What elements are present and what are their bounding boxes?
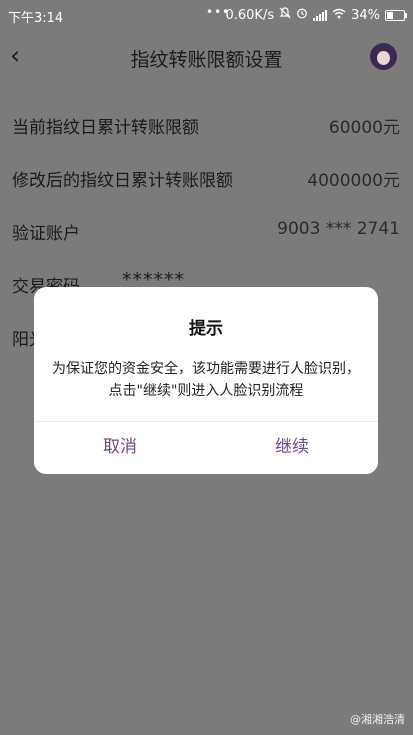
row-current-limit: 当前指纹日累计转账限额 60000元 (0, 96, 413, 149)
network-speed: 0.60K/s (225, 7, 275, 23)
dialog-title: 提示 (189, 319, 223, 339)
page-title: 指纹转账限额设置 (130, 49, 283, 71)
row-verify-account[interactable]: 验证账户 9003 *** 2741 (0, 202, 413, 255)
signal-icon (313, 9, 328, 21)
status-bar: 下午3:14 ••• 0.60K/s 34% (0, 0, 413, 28)
avatar-face-icon (377, 51, 390, 65)
row-new-limit[interactable]: 修改后的指纹日累计转账限额 4000000元 (0, 149, 413, 202)
cancel-button[interactable]: 取消 (34, 421, 206, 474)
wifi-icon (332, 8, 346, 23)
current-limit-label: 当前指纹日累计转账限额 (12, 118, 199, 138)
alarm-icon (296, 7, 308, 23)
current-limit-value: 60000元 (328, 118, 400, 138)
battery-percent: 34% (351, 7, 380, 23)
mute-icon (279, 7, 291, 23)
verify-account-value: 9003 *** 2741 (277, 219, 400, 239)
watermark: @湘湘浩清 (350, 713, 405, 726)
nav-bar: ‹ 指纹转账限额设置 (0, 28, 413, 86)
battery-icon (385, 9, 407, 21)
continue-button[interactable]: 继续 (206, 421, 378, 474)
status-right: 0.60K/s 34% (225, 7, 407, 23)
face-verify-dialog: 提示 为保证您的资金安全，该功能需要进行人脸识别，点击"继续"则进入人脸识别流程… (34, 287, 378, 474)
status-time: 下午3:14 (8, 11, 64, 26)
avatar[interactable] (370, 43, 397, 70)
dialog-message: 为保证您的资金安全，该功能需要进行人脸识别，点击"继续"则进入人脸识别流程 (52, 361, 360, 399)
new-limit-label: 修改后的指纹日累计转账限额 (12, 171, 233, 191)
verify-account-label: 验证账户 (12, 224, 80, 244)
new-limit-value[interactable]: 4000000元 (307, 166, 400, 191)
